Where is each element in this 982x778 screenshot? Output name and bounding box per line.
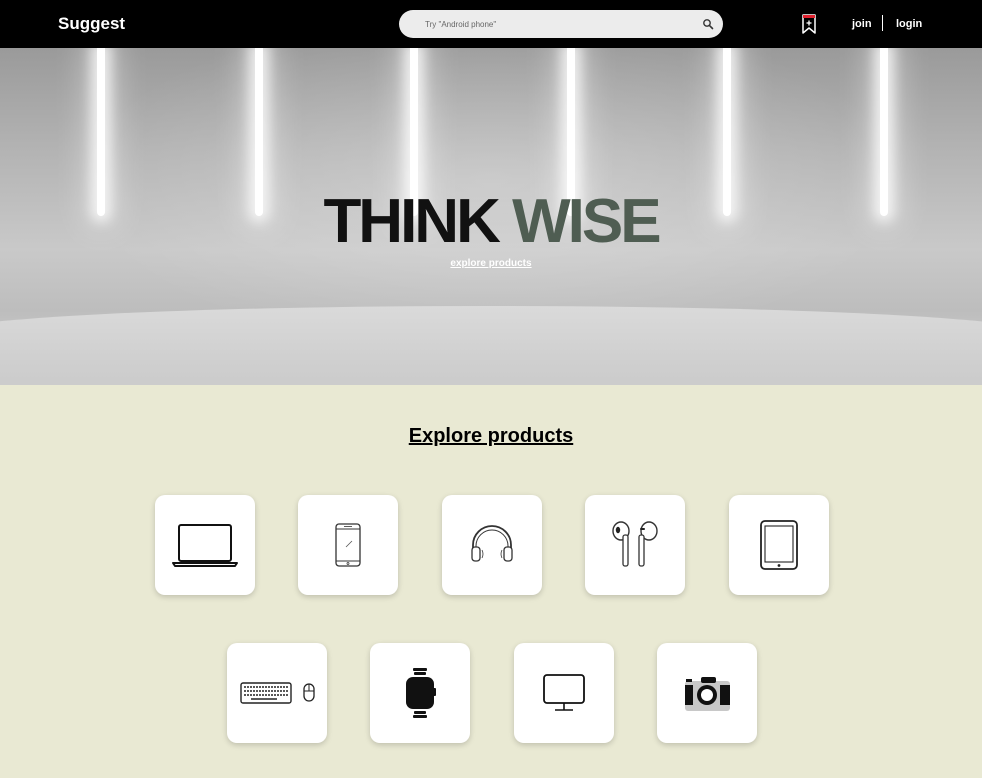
category-card-monitor[interactable] <box>514 643 614 743</box>
hero-title-word-wise: WISE <box>512 187 661 256</box>
hero-banner: THINK WISE explore products <box>0 48 982 385</box>
category-card-headphones[interactable] <box>442 495 542 595</box>
join-link[interactable]: join <box>852 18 872 30</box>
smartphone-icon <box>335 523 361 567</box>
hero-link-wrapper: explore products <box>0 258 982 269</box>
hero-title: THINK WISE <box>0 186 982 257</box>
category-card-tablet[interactable] <box>729 495 829 595</box>
laptop-icon <box>172 524 238 567</box>
search-input[interactable] <box>425 16 685 32</box>
search-icon[interactable] <box>702 18 714 30</box>
category-card-keyboard-mouse[interactable] <box>227 643 327 743</box>
section-title: Explore products <box>408 425 574 447</box>
bookmark-icon[interactable] <box>801 13 817 35</box>
explore-products-link[interactable]: explore products <box>450 258 531 269</box>
hero-title-word-think: THINK <box>323 187 500 256</box>
logo[interactable]: Suggest <box>58 14 125 34</box>
keyboard-mouse-icon <box>240 682 315 704</box>
nav-divider <box>882 15 883 31</box>
top-nav: Suggest join login <box>0 0 982 48</box>
smartwatch-icon <box>406 668 436 718</box>
login-link[interactable]: login <box>896 18 922 30</box>
camera-icon <box>685 677 730 711</box>
earbuds-icon <box>612 521 658 567</box>
category-card-earbuds[interactable] <box>585 495 685 595</box>
category-card-laptop[interactable] <box>155 495 255 595</box>
category-card-smartwatch[interactable] <box>370 643 470 743</box>
category-card-camera[interactable] <box>657 643 757 743</box>
category-card-smartphone[interactable] <box>298 495 398 595</box>
tablet-icon <box>760 520 798 570</box>
hero-floor <box>0 306 982 385</box>
headphones-icon <box>471 525 513 562</box>
monitor-icon <box>543 674 585 711</box>
search-bar[interactable] <box>399 10 723 38</box>
